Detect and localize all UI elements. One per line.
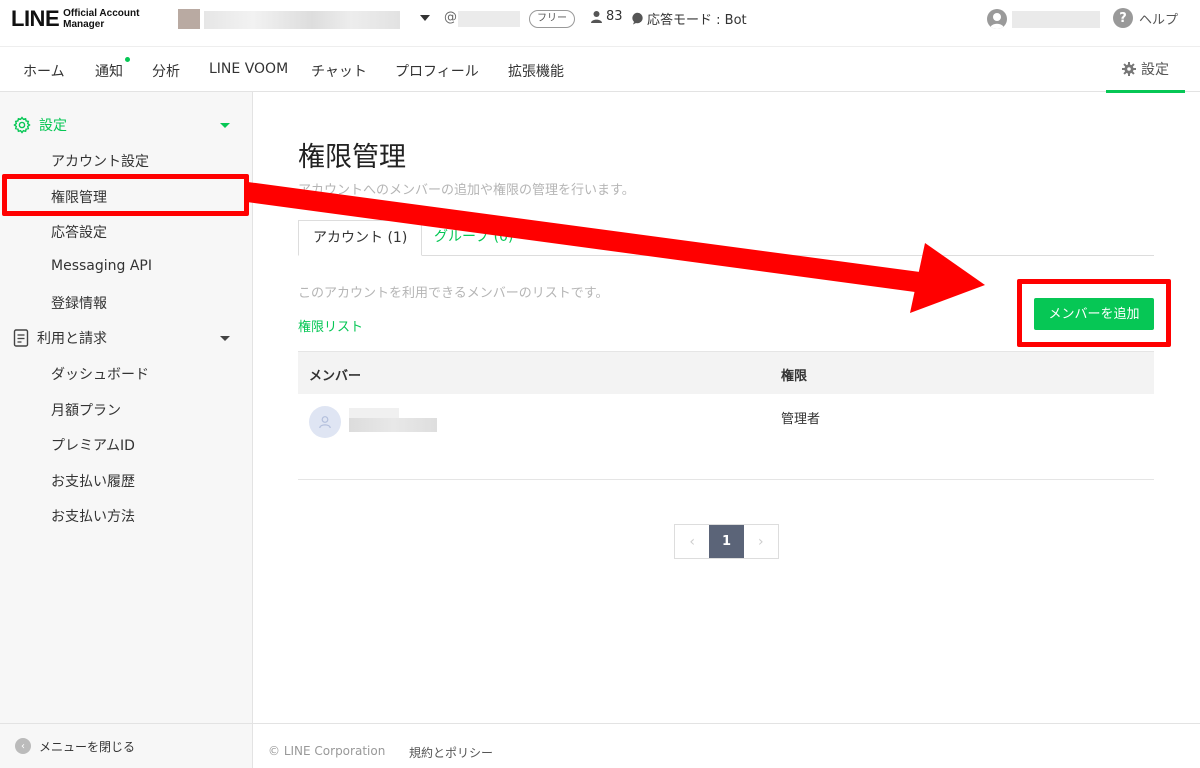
sidebar-section-billing-label: 利用と請求 — [37, 331, 107, 347]
user-name-redacted[interactable] — [1012, 11, 1100, 28]
sidebar-section-settings-label: 設定 — [39, 118, 67, 134]
account-id-redacted — [458, 11, 520, 27]
nav-settings[interactable]: 設定 — [1106, 47, 1185, 93]
logo-text: LINE — [11, 6, 60, 31]
nav-analytics[interactable]: 分析 — [152, 61, 180, 81]
response-mode-label: 応答モード : Bot — [647, 13, 747, 28]
terms-policy-link[interactable]: 規約とポリシー — [409, 744, 493, 761]
gear-icon — [1122, 61, 1136, 76]
app-window: LINE Official Account Manager @ フリー 83 応… — [0, 0, 1200, 768]
sidebar-item-payment-method[interactable]: お支払い方法 — [51, 506, 135, 526]
page-number-current[interactable]: 1 — [709, 525, 744, 558]
logo-subtitle-line-1: Official Account — [63, 8, 140, 19]
friends-count-value: 83 — [606, 9, 623, 24]
close-menu-label: メニューを閉じる — [39, 739, 136, 754]
account-name-redacted[interactable] — [204, 11, 400, 29]
member-name-redacted — [349, 408, 399, 418]
next-page-chevron-right-icon[interactable]: › — [744, 525, 778, 558]
sidebar-item-account-settings[interactable]: アカウント設定 — [51, 151, 149, 171]
logo-subtitle: Official Account Manager — [63, 8, 139, 30]
help-icon: ? — [1113, 8, 1133, 28]
sidebar-item-monthly-plan[interactable]: 月額プラン — [51, 400, 121, 420]
section-collapse-chevron-down-icon[interactable] — [220, 123, 230, 128]
section-collapse-chevron-down-icon[interactable] — [220, 336, 230, 341]
plan-badge: フリー — [529, 10, 575, 28]
user-avatar[interactable] — [987, 9, 1007, 29]
user-silhouette-icon — [990, 13, 1004, 29]
nav-notifications-label: 通知 — [95, 64, 123, 80]
member-avatar — [309, 406, 341, 438]
page-description: アカウントへのメンバーの追加や権限の管理を行います。 — [298, 183, 635, 198]
member-table-header: メンバー 権限 — [298, 351, 1154, 394]
sidebar-section-billing[interactable]: 利用と請求 — [13, 328, 107, 348]
annotation-highlight-box-add-member — [1017, 279, 1171, 347]
column-header-member: メンバー — [309, 369, 362, 384]
page-title: 権限管理 — [298, 142, 406, 173]
member-name-redacted — [349, 418, 437, 432]
person-icon — [591, 11, 602, 23]
account-avatar — [178, 9, 200, 29]
member-list-description: このアカウントを利用できるメンバーのリストです。 — [298, 286, 609, 301]
sidebar-item-dashboard[interactable]: ダッシュボード — [51, 364, 149, 384]
account-switch-chevron-down-icon[interactable] — [420, 15, 430, 21]
sidebar-item-premium-id[interactable]: プレミアムID — [51, 435, 135, 455]
prev-page-chevron-left-icon[interactable]: ‹ — [675, 525, 709, 558]
chevron-left-icon: ‹ — [15, 738, 31, 754]
top-header: LINE Official Account Manager @ フリー 83 応… — [0, 0, 1200, 46]
nav-notifications[interactable]: 通知 — [95, 57, 130, 81]
nav-profile[interactable]: プロフィール — [395, 61, 479, 81]
annotation-highlight-box-permissions — [2, 174, 249, 216]
column-header-permission: 権限 — [781, 369, 808, 384]
nav-settings-label: 設定 — [1141, 61, 1169, 78]
nav-home[interactable]: ホーム — [23, 61, 65, 81]
sidebar-item-messaging-api[interactable]: Messaging API — [51, 258, 152, 274]
friends-count: 83 — [590, 9, 623, 24]
tab-group[interactable]: グループ (0) — [420, 220, 527, 256]
chat-bubble-icon — [632, 12, 643, 25]
help-link[interactable]: ? ヘルプ — [1113, 8, 1178, 28]
logo-subtitle-line-2: Manager — [63, 19, 105, 30]
gear-outline-icon — [13, 116, 31, 134]
sidebar-item-registration-info[interactable]: 登録情報 — [51, 293, 107, 313]
tab-account[interactable]: アカウント (1) — [298, 220, 423, 256]
response-mode[interactable]: 応答モード : Bot — [631, 9, 747, 28]
nav-chat[interactable]: チャット — [311, 61, 367, 81]
help-label: ヘルプ — [1139, 12, 1179, 28]
copyright-text: © LINE Corporation — [268, 744, 386, 758]
permission-list-link[interactable]: 権限リスト — [298, 316, 363, 335]
main-nav: ホーム 通知 分析 LINE VOOM チャット プロフィール 拡張機能 設定 — [0, 46, 1200, 93]
member-role: 管理者 — [781, 412, 821, 427]
close-menu-button[interactable]: ‹ メニューを閉じる — [0, 723, 252, 768]
sidebar-section-settings[interactable]: 設定 — [13, 115, 67, 135]
table-row[interactable]: 管理者 — [298, 394, 1154, 480]
user-silhouette-icon — [319, 416, 331, 429]
sidebar-item-payment-history[interactable]: お支払い履歴 — [51, 471, 135, 491]
page-footer: © LINE Corporation 規約とポリシー — [253, 723, 1200, 768]
annotation-arrowhead-shape — [910, 243, 985, 313]
account-id-prefix: @ — [444, 10, 457, 25]
notification-dot-icon — [125, 57, 130, 62]
nav-line-voom[interactable]: LINE VOOM — [209, 61, 288, 77]
line-oa-logo[interactable]: LINE Official Account Manager — [11, 6, 139, 32]
sidebar-item-response-settings[interactable]: 応答設定 — [51, 222, 107, 242]
nav-extensions[interactable]: 拡張機能 — [508, 61, 564, 81]
document-icon — [13, 329, 29, 347]
pagination: ‹ 1 › — [674, 524, 779, 559]
